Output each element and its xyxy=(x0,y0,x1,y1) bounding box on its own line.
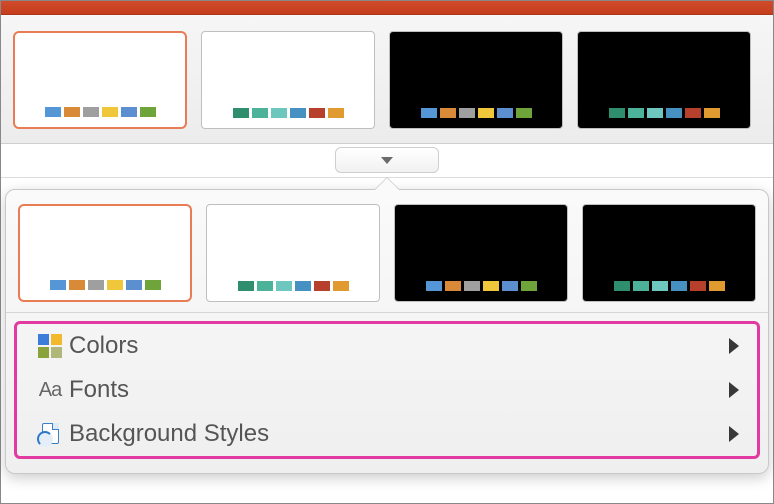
theme-variant-thumbnail[interactable] xyxy=(577,31,751,129)
color-swatch xyxy=(271,108,287,118)
fonts-icon: Aa xyxy=(39,379,61,402)
color-swatch xyxy=(257,281,273,291)
color-swatch xyxy=(614,281,630,291)
color-swatch xyxy=(238,281,254,291)
menu-background-styles[interactable]: Background Styles xyxy=(17,412,757,456)
color-swatch xyxy=(445,281,461,291)
color-swatch xyxy=(290,108,306,118)
color-swatches xyxy=(609,108,720,118)
color-swatch xyxy=(252,108,268,118)
color-swatches xyxy=(421,108,532,118)
color-swatch xyxy=(121,107,137,117)
theme-options-menu: Colors Aa Fonts Background Styles xyxy=(14,321,760,459)
color-swatch xyxy=(633,281,649,291)
menu-background-label: Background Styles xyxy=(69,420,269,448)
color-swatch xyxy=(440,108,456,118)
variants-popup: Colors Aa Fonts Background Styles xyxy=(5,189,769,474)
color-swatch xyxy=(690,281,706,291)
color-swatch xyxy=(83,107,99,117)
color-swatch xyxy=(464,281,480,291)
chevron-down-icon xyxy=(381,157,393,164)
color-swatch xyxy=(295,281,311,291)
theme-variant-thumbnail[interactable] xyxy=(13,31,187,129)
color-swatch xyxy=(314,281,330,291)
color-swatch xyxy=(516,108,532,118)
menu-colors-label: Colors xyxy=(69,332,138,360)
color-swatch xyxy=(69,280,85,290)
theme-variant-thumbnail[interactable] xyxy=(389,31,563,129)
menu-colors[interactable]: Colors xyxy=(17,324,757,368)
color-swatch xyxy=(102,107,118,117)
color-swatch xyxy=(704,108,720,118)
color-swatch xyxy=(309,108,325,118)
submenu-arrow-icon xyxy=(729,426,739,442)
color-swatches xyxy=(238,281,349,291)
color-swatch xyxy=(652,281,668,291)
color-swatch xyxy=(333,281,349,291)
color-swatches xyxy=(45,107,156,117)
theme-variant-thumbnail[interactable] xyxy=(394,204,568,302)
background-styles-icon xyxy=(37,421,63,447)
color-swatch xyxy=(145,280,161,290)
color-swatch xyxy=(276,281,292,291)
theme-variant-thumbnail[interactable] xyxy=(18,204,192,302)
theme-variant-thumbnail[interactable] xyxy=(206,204,380,302)
color-swatch xyxy=(107,280,123,290)
color-swatch xyxy=(328,108,344,118)
color-swatch xyxy=(45,107,61,117)
color-swatch xyxy=(126,280,142,290)
theme-variant-thumbnail[interactable] xyxy=(582,204,756,302)
menu-fonts-label: Fonts xyxy=(69,376,129,404)
color-swatch xyxy=(709,281,725,291)
submenu-arrow-icon xyxy=(729,382,739,398)
color-swatch xyxy=(421,108,437,118)
menu-fonts[interactable]: Aa Fonts xyxy=(17,368,757,412)
color-swatch xyxy=(88,280,104,290)
color-swatch xyxy=(497,108,513,118)
color-swatch xyxy=(609,108,625,118)
color-swatch xyxy=(233,108,249,118)
color-swatch xyxy=(521,281,537,291)
color-swatch xyxy=(459,108,475,118)
color-swatch xyxy=(628,108,644,118)
variants-popup-row xyxy=(6,190,768,313)
color-swatch xyxy=(502,281,518,291)
color-swatch xyxy=(647,108,663,118)
color-swatches xyxy=(50,280,161,290)
title-bar xyxy=(1,1,773,15)
color-swatch xyxy=(426,281,442,291)
colors-icon xyxy=(38,334,62,358)
expand-strip xyxy=(1,144,773,178)
theme-variant-thumbnail[interactable] xyxy=(201,31,375,129)
expand-gallery-button[interactable] xyxy=(335,147,439,173)
variants-gallery xyxy=(1,15,773,144)
color-swatches xyxy=(426,281,537,291)
app-window: Colors Aa Fonts Background Styles xyxy=(0,0,774,504)
color-swatch xyxy=(140,107,156,117)
color-swatches xyxy=(614,281,725,291)
color-swatch xyxy=(478,108,494,118)
color-swatches xyxy=(233,108,344,118)
submenu-arrow-icon xyxy=(729,338,739,354)
color-swatch xyxy=(50,280,66,290)
color-swatch xyxy=(666,108,682,118)
color-swatch xyxy=(685,108,701,118)
color-swatch xyxy=(483,281,499,291)
color-swatch xyxy=(671,281,687,291)
color-swatch xyxy=(64,107,80,117)
